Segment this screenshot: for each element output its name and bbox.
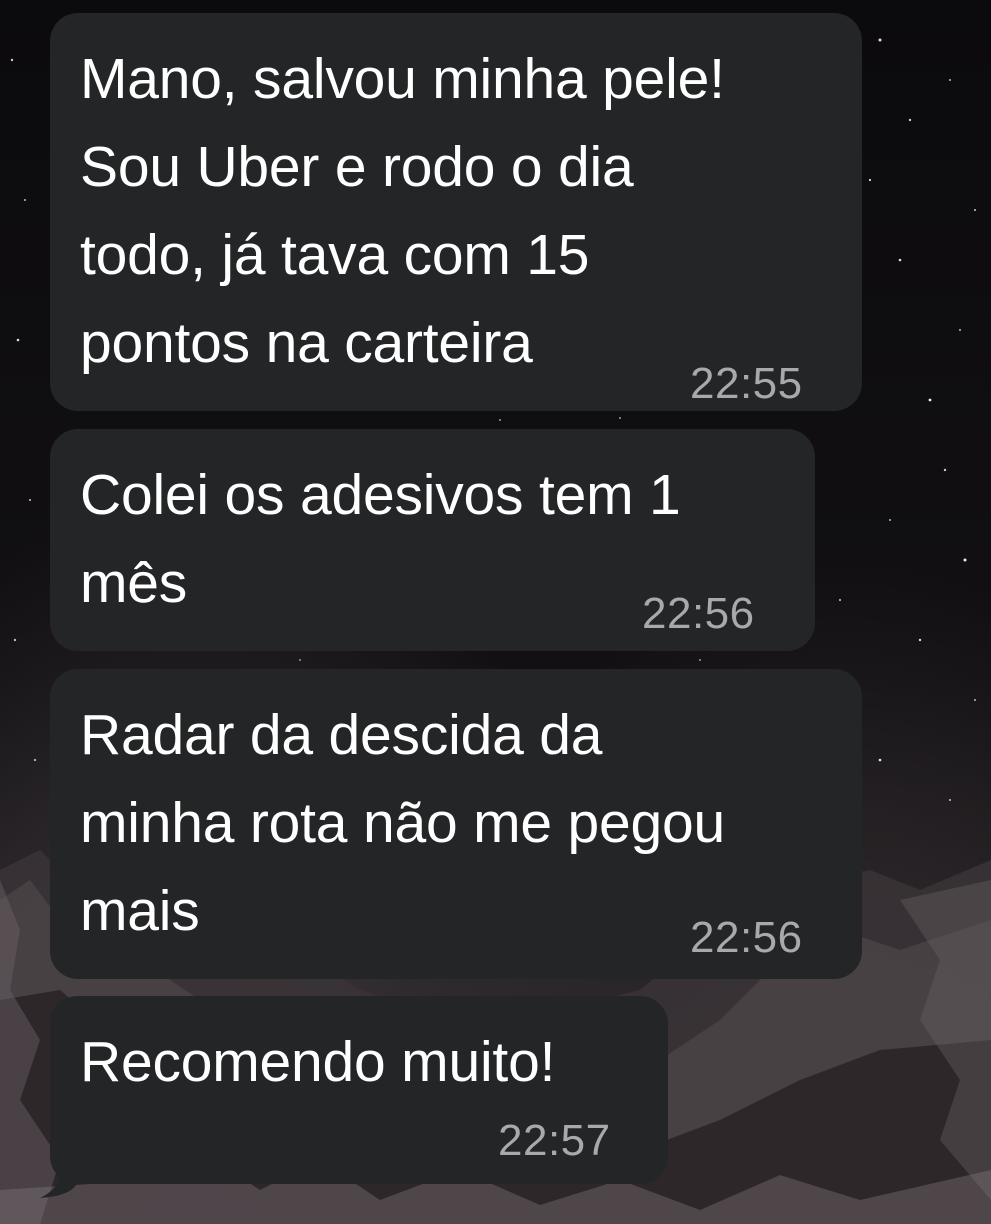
message-text: Radar da descida da minha rota não me pe… [80, 703, 725, 943]
message-timestamp: 22:56 [690, 913, 803, 962]
message-text: Recomendo muito! [80, 1030, 556, 1094]
message-bubble[interactable]: Radar da descida da minha rota não me pe… [50, 669, 862, 979]
message-bubble[interactable]: Colei os adesivos tem 1 mês 22:56 [50, 429, 815, 651]
message-timestamp: 22:57 [498, 1116, 611, 1165]
message-bubble[interactable]: Mano, salvou minha pele! Sou Uber e rodo… [50, 13, 862, 411]
message-bubble[interactable]: Recomendo muito! 22:57 [50, 996, 668, 1184]
message-text: Mano, salvou minha pele! Sou Uber e rodo… [80, 47, 725, 375]
message-timestamp: 22:56 [642, 589, 755, 638]
message-text: Colei os adesivos tem 1 mês [80, 463, 681, 615]
message-timestamp: 22:55 [690, 359, 803, 408]
